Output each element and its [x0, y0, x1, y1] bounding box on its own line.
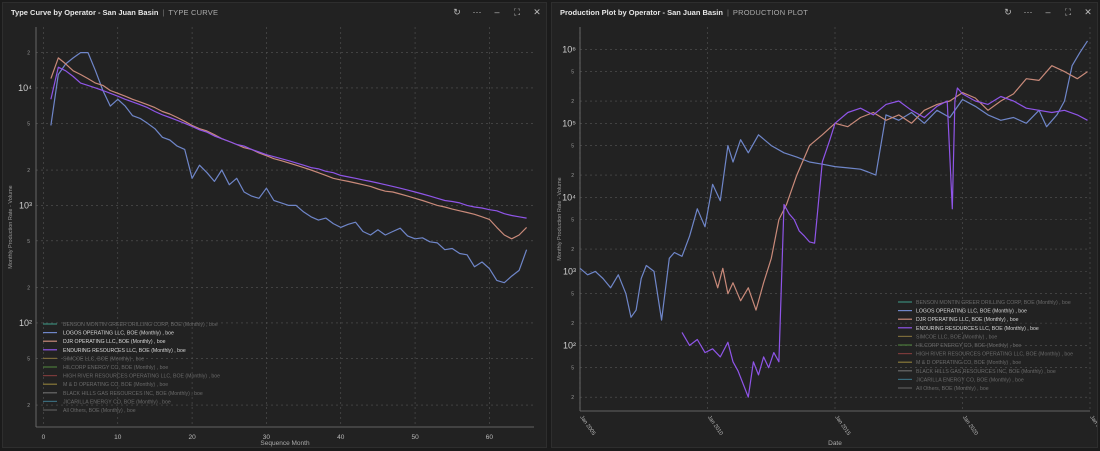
y-minor-tick-label: 5 — [571, 218, 574, 224]
legend-entry[interactable]: LOGOS OPERATING LLC, BOE (Monthly) , boe — [916, 309, 1027, 315]
legend-entry[interactable]: All Others, BOE (Monthly) , boe — [916, 386, 989, 392]
panel-controls: ↻ ⋯ – ⛶ ✕ — [1003, 5, 1093, 19]
panel-titlebar: Production Plot by Operator - San Juan B… — [552, 3, 1097, 21]
y-tick-label: 10² — [563, 340, 576, 350]
panel-titlebar: Type Curve by Operator - San Juan Basin … — [3, 3, 546, 21]
x-tick-label: Jan 2005 — [578, 415, 596, 437]
y-axis-title: Monthly Production Rate - Volume — [557, 177, 563, 260]
y-axis-title: Monthly Production Rate - Volume — [8, 185, 14, 268]
title-separator: | — [726, 7, 729, 17]
x-tick-label: 0 — [42, 434, 46, 441]
legend-entry[interactable]: HILCORP ENERGY CO, BOE (Monthly) , boe — [63, 365, 168, 371]
x-tick-label: 40 — [337, 434, 345, 441]
legend-entry[interactable]: JICARILLA ENERGY CO, BOE (Monthly) , boe — [916, 377, 1024, 383]
panel-title: Type Curve by Operator - San Juan Basin — [11, 7, 159, 17]
legend-entry[interactable]: DJR OPERATING LLC, BOE (Monthly) , boe — [63, 339, 166, 345]
y-tick-label: 10⁵ — [562, 118, 576, 128]
legend-entry[interactable]: BENSON MONTIN GREER DRILLING CORP, BOE (… — [916, 300, 1071, 306]
panel-subtitle: PRODUCTION PLOT — [732, 7, 808, 17]
maximize-icon[interactable]: ⛶ — [1063, 5, 1073, 19]
refresh-icon[interactable]: ↻ — [452, 5, 462, 19]
y-minor-tick-label: 2 — [571, 173, 574, 179]
y-tick-label: 10³ — [19, 200, 32, 210]
legend-entry[interactable]: ENDURING RESOURCES LLC, BOE (Monthly) , … — [916, 326, 1039, 332]
legend-entry[interactable]: BENSON MONTIN GREER DRILLING CORP, BOE (… — [63, 322, 218, 328]
y-tick-label: 10³ — [563, 266, 576, 276]
minimize-icon[interactable]: – — [1043, 5, 1053, 19]
y-minor-tick-label: 5 — [571, 144, 574, 150]
legend-entry[interactable]: M & D OPERATING CO, BOE (Monthly) , boe — [63, 382, 168, 388]
y-tick-label: 10⁴ — [562, 192, 576, 202]
legend-entry[interactable]: BLACK HILLS GAS RESOURCES INC, BOE (Mont… — [916, 369, 1056, 375]
x-tick-label: 50 — [411, 434, 419, 441]
y-minor-tick-label: 5 — [27, 356, 30, 362]
y-tick-label: 10² — [19, 318, 32, 328]
legend-entry[interactable]: SIMCOE LLC, BOE (Monthly) , boe — [916, 334, 997, 340]
y-minor-tick-label: 5 — [27, 239, 30, 245]
series-line-djr-operating-llc — [50, 57, 528, 240]
legend-entry[interactable]: M & D OPERATING CO, BOE (Monthly) , boe — [916, 360, 1021, 366]
x-tick-label: Jan 2025 — [1088, 415, 1097, 437]
y-minor-tick-label: 2 — [571, 321, 574, 327]
minimize-icon[interactable]: – — [492, 5, 502, 19]
panel-subtitle: TYPE CURVE — [168, 7, 219, 17]
x-tick-label: Jan 2020 — [961, 415, 979, 437]
y-minor-tick-label: 2 — [27, 51, 30, 57]
legend-entry[interactable]: BLACK HILLS GAS RESOURCES INC, BOE (Mont… — [63, 391, 203, 397]
y-minor-tick-label: 2 — [571, 395, 574, 401]
type-curve-panel: Type Curve by Operator - San Juan Basin … — [2, 2, 547, 448]
x-tick-label: 60 — [486, 434, 494, 441]
y-tick-label: 10⁶ — [562, 44, 576, 54]
more-icon[interactable]: ⋯ — [472, 5, 482, 19]
legend-entry[interactable]: HIGH RIVER RESOURCES OPERATING LLC, BOE … — [63, 374, 220, 380]
y-minor-tick-label: 2 — [571, 99, 574, 105]
x-axis-title: Date — [828, 440, 842, 447]
x-axis-title: Sequence Month — [260, 440, 310, 447]
y-minor-tick-label: 2 — [27, 286, 30, 292]
series-line-enduring-resources-llc — [50, 66, 527, 219]
x-tick-label: 20 — [188, 434, 196, 441]
refresh-icon[interactable]: ↻ — [1003, 5, 1013, 19]
legend-entry[interactable]: LOGOS OPERATING LLC, BOE (Monthly) , boe — [63, 331, 174, 337]
series-line-logos-operating-llc — [579, 40, 1089, 321]
maximize-icon[interactable]: ⛶ — [512, 5, 522, 19]
more-icon[interactable]: ⋯ — [1023, 5, 1033, 19]
production-plot-chart[interactable]: 10² 10³ 10⁴ 10⁵ 10⁶ 2 5 2 5 2 5 2 5 2 5 Jan 2005 Jan 201… — [552, 21, 1097, 447]
y-minor-tick-label: 5 — [27, 121, 30, 127]
y-tick-label: 10⁴ — [18, 83, 32, 93]
panel-controls: ↻ ⋯ – ⛶ ✕ — [452, 5, 542, 19]
legend-entry[interactable]: All Others, BOE (Monthly) , boe — [63, 408, 136, 414]
series-line-logos-operating-llc — [50, 52, 528, 284]
y-minor-tick-label: 5 — [571, 366, 574, 372]
close-icon[interactable]: ✕ — [532, 5, 542, 19]
chart-legend: BENSON MONTIN GREER DRILLING CORP, BOE (… — [43, 322, 220, 414]
legend-entry[interactable]: HIGH RIVER RESOURCES OPERATING LLC, BOE … — [916, 352, 1073, 358]
y-minor-tick-label: 2 — [27, 168, 30, 174]
legend-entry[interactable]: DJR OPERATING LLC, BOE (Monthly) , boe — [916, 317, 1019, 323]
y-minor-tick-label: 2 — [27, 403, 30, 409]
type-curve-chart[interactable]: 10²10³10⁴25252520 10 20 30 40 50 60Sequence Mo… — [3, 21, 546, 447]
legend-entry[interactable]: HILCORP ENERGY CO, BOE (Monthly) , boe — [916, 343, 1021, 349]
legend-entry[interactable]: SIMCOE LLC, BOE (Monthly) , boe — [63, 356, 144, 362]
close-icon[interactable]: ✕ — [1083, 5, 1093, 19]
y-minor-tick-label: 2 — [571, 247, 574, 253]
chart-legend: BENSON MONTIN GREER DRILLING CORP, BOE (… — [898, 300, 1073, 392]
panel-title: Production Plot by Operator - San Juan B… — [560, 7, 723, 17]
x-tick-label: Jan 2015 — [833, 415, 851, 437]
production-plot-panel: Production Plot by Operator - San Juan B… — [551, 2, 1098, 448]
legend-entry[interactable]: ENDURING RESOURCES LLC, BOE (Monthly) , … — [63, 348, 186, 354]
x-tick-label: 10 — [114, 434, 122, 441]
y-minor-tick-label: 5 — [571, 292, 574, 298]
x-tick-label: Jan 2010 — [706, 415, 724, 437]
legend-entry[interactable]: JICARILLA ENERGY CO, BOE (Monthly) , boe — [63, 399, 171, 405]
title-separator: | — [162, 7, 165, 17]
y-minor-tick-label: 5 — [571, 70, 574, 76]
